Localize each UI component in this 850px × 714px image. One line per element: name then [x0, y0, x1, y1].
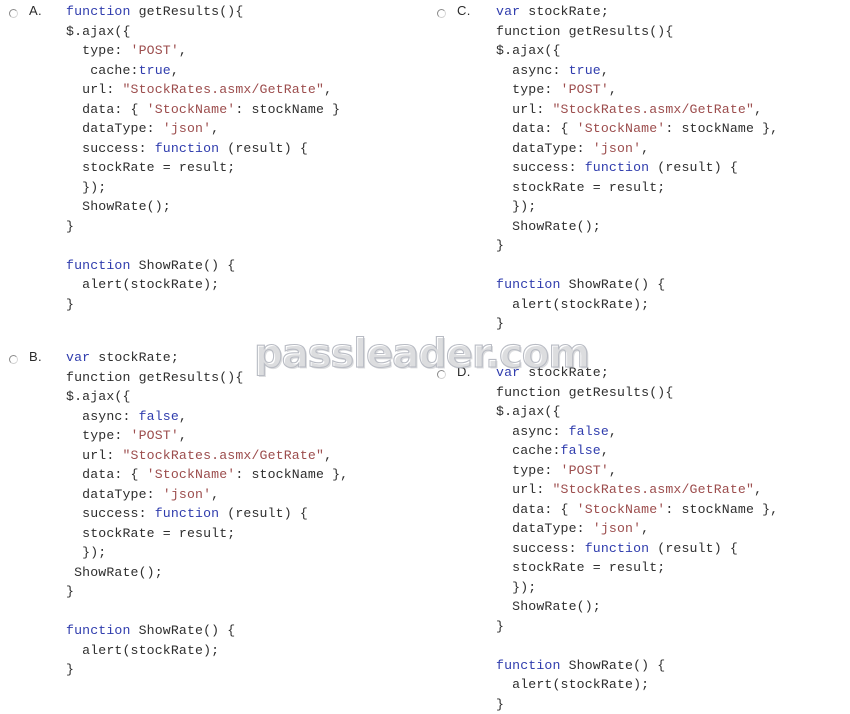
answer-options-page: A. function getResults(){ $.ajax({ type:…	[0, 0, 850, 713]
option-letter-b: B.	[29, 349, 42, 364]
option-letter-a: A.	[29, 3, 42, 18]
option-letter-c: C.	[457, 3, 471, 18]
radio-button-c[interactable]	[437, 9, 446, 18]
code-block-b: var stockRate; function getResults(){ $.…	[66, 350, 349, 677]
radio-button-d[interactable]	[437, 370, 446, 379]
code-block-c: var stockRate; function getResults(){ $.…	[496, 4, 779, 331]
radio-button-a[interactable]	[9, 9, 18, 18]
code-block-d: var stockRate; function getResults(){ $.…	[496, 365, 779, 712]
radio-button-b[interactable]	[9, 355, 18, 364]
option-letter-d: D.	[457, 364, 471, 379]
code-block-a: function getResults(){ $.ajax({ type: 'P…	[66, 4, 341, 312]
